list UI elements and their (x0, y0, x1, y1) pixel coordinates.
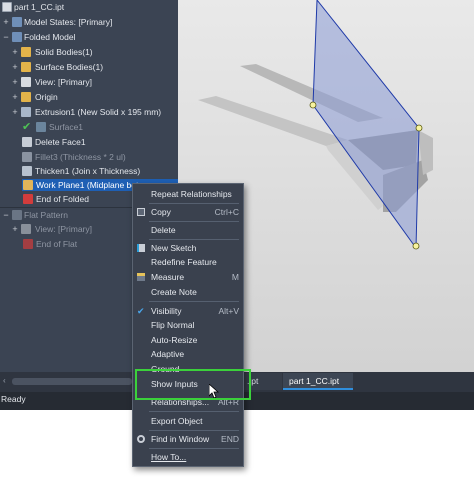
menu-item-export-object[interactable]: Export Object (133, 414, 243, 428)
origin-folder-icon (21, 92, 31, 102)
menu-item-label: Flip Normal (151, 320, 195, 330)
menu-item-label: Visibility (151, 306, 182, 316)
browser-node-label: Model States: [Primary] (24, 17, 113, 27)
expand-icon[interactable]: + (11, 106, 19, 118)
work-plane-icon (23, 180, 33, 190)
expand-icon[interactable]: + (2, 16, 10, 28)
work-plane-handle[interactable] (415, 124, 423, 132)
browser-node-label: Solid Bodies(1) (35, 47, 93, 57)
checkmark-icon: ✔ (22, 121, 32, 133)
end-of-part-icon (23, 194, 33, 204)
menu-item-label: Export Object (151, 416, 203, 426)
menu-item-label: Redefine Feature (151, 257, 217, 267)
work-plane[interactable] (312, 0, 420, 250)
menu-separator (149, 411, 239, 412)
menu-item-label: Auto-Resize (151, 335, 198, 345)
folded-model-icon (12, 32, 22, 42)
menu-item-label: Adaptive (151, 349, 185, 359)
solid-bodies-icon (21, 47, 31, 57)
work-plane-handle[interactable] (412, 242, 420, 250)
menu-item-new-sketch[interactable]: New Sketch (133, 241, 243, 255)
menu-separator (149, 448, 239, 449)
menu-item-delete[interactable]: Delete (133, 223, 243, 237)
browser-node-label: View: [Primary] (35, 77, 92, 87)
menu-item-flip-normal[interactable]: Flip Normal (133, 318, 243, 332)
browser-node-label: Folded Model (24, 32, 76, 42)
surface-feature-icon (36, 122, 46, 132)
collapse-icon[interactable]: − (2, 209, 10, 221)
thicken-icon (22, 166, 32, 176)
menu-item-repeat-relationships[interactable]: Repeat Relationships (133, 187, 243, 201)
menu-item-find-in-window[interactable]: Find in Window END (133, 432, 243, 446)
browser-horizontal-scrollbar[interactable] (12, 378, 132, 385)
browser-node-label: Extrusion1 (New Solid x 195 mm) (35, 107, 162, 117)
end-of-part-icon (23, 239, 33, 249)
copy-icon (137, 208, 145, 216)
menu-item-auto-resize[interactable]: Auto-Resize (133, 333, 243, 347)
browser-node-label: View: [Primary] (35, 224, 92, 234)
flat-pattern-icon (12, 210, 22, 220)
menu-item-copy[interactable]: Copy Ctrl+C (133, 205, 243, 219)
menu-item-measure[interactable]: Measure M (133, 270, 243, 284)
menu-item-shortcut: Alt+V (218, 306, 239, 316)
expand-icon[interactable]: + (11, 46, 19, 58)
menu-item-label: Repeat Relationships (151, 189, 232, 199)
part-file-icon (2, 2, 12, 12)
document-tab-active[interactable]: part 1_CC.ipt (283, 373, 353, 390)
menu-item-label: Copy (151, 207, 171, 217)
menu-item-shortcut: END (221, 434, 239, 444)
collapse-icon[interactable]: − (2, 31, 10, 43)
expand-icon[interactable]: + (11, 61, 19, 73)
view-icon (21, 224, 31, 234)
browser-node-label: Fillet3 (Thickness * 2 ul) (35, 152, 126, 162)
menu-item-label: Find in Window (151, 434, 210, 444)
surface-bodies-icon (21, 62, 31, 72)
menu-item-adaptive[interactable]: Adaptive (133, 347, 243, 361)
work-plane-handle[interactable] (309, 101, 317, 109)
new-sketch-icon (137, 244, 145, 252)
menu-separator (149, 430, 239, 431)
menu-item-shortcut: Ctrl+C (214, 207, 239, 217)
model-states-icon (12, 17, 22, 27)
expand-icon[interactable]: + (11, 91, 19, 103)
browser-node-label: End of Flat (36, 239, 78, 249)
menu-separator (149, 203, 239, 204)
menu-item-label: New Sketch (151, 243, 197, 253)
fillet-icon (22, 152, 32, 162)
scroll-left-icon[interactable]: ‹ (3, 376, 11, 387)
menu-item-label: Measure (151, 272, 185, 282)
menu-item-label: Create Note (151, 287, 197, 297)
extrusion-icon (21, 107, 31, 117)
expand-icon[interactable]: + (11, 223, 19, 235)
browser-node-label: Thicken1 (Join x Thickness) (35, 166, 141, 176)
browser-node-label: End of Folded (36, 194, 89, 204)
status-text: Ready (1, 394, 26, 404)
delete-face-icon (22, 137, 32, 147)
browser-node-label: Origin (35, 92, 58, 102)
view-icon (21, 77, 31, 87)
context-menu: Repeat Relationships Copy Ctrl+C Delete … (132, 183, 244, 467)
menu-item-create-note[interactable]: Create Note (133, 285, 243, 299)
checkmark-icon: ✔ (137, 306, 145, 316)
browser-node-label: Delete Face1 (35, 137, 86, 147)
menu-item-label: How To... (151, 452, 187, 462)
browser-node-label: Flat Pattern (24, 210, 68, 220)
find-in-window-icon (137, 435, 145, 443)
menu-item-label: Delete (151, 225, 176, 235)
menu-separator (149, 301, 239, 302)
menu-item-visibility[interactable]: ✔ Visibility Alt+V (133, 304, 243, 318)
menu-item-shortcut: M (231, 272, 239, 282)
expand-icon[interactable]: + (11, 76, 19, 88)
menu-separator (149, 221, 239, 222)
menu-item-redefine-feature[interactable]: Redefine Feature (133, 255, 243, 269)
mouse-cursor-icon (209, 384, 219, 398)
menu-item-how-to[interactable]: How To... (133, 450, 243, 464)
annotation-highlight-box (135, 369, 251, 400)
browser-node-label: part 1_CC.ipt (14, 2, 65, 12)
menu-separator (149, 239, 239, 240)
measure-icon (137, 273, 145, 281)
browser-node-label: Surface1 (49, 122, 84, 132)
browser-node-label: Surface Bodies(1) (35, 62, 104, 72)
